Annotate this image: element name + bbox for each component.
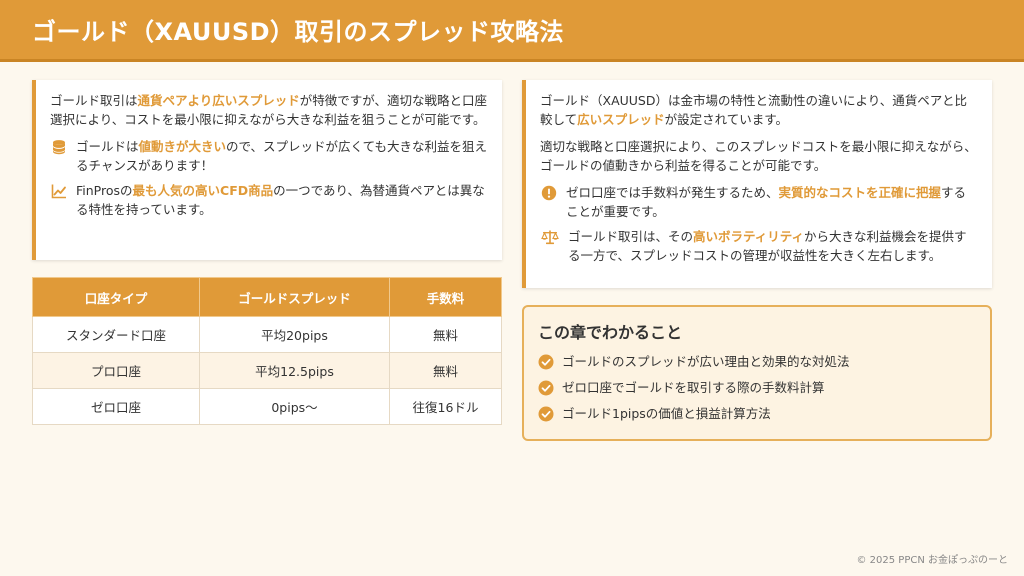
- table-header-cell: 手数料: [389, 277, 502, 317]
- list-item: ゴールド1pipsの価値と損益計算方法: [538, 405, 976, 423]
- list-item: ゼロ口座でゴールドを取引する際の手数料計算: [538, 379, 976, 397]
- spread-table: 口座タイプ ゴールドスプレッド 手数料 スタンダード口座 平均20pips 無料…: [32, 277, 502, 425]
- footer-copyright: © 2025 PPCN お金ぽっぷのーと: [856, 555, 1008, 566]
- summary-item-text: ゴールド1pipsの価値と損益計算方法: [562, 406, 771, 421]
- table-cell: 平均12.5pips: [199, 352, 390, 389]
- highlight-text: 値動きが大きい: [138, 139, 227, 154]
- table-cell: プロ口座: [32, 352, 200, 389]
- check-circle-icon: [538, 380, 554, 396]
- left-bullet-1-text: ゴールドは値動きが大きいので、スプレッドが広くても大きな利益を狙えるチャンスがあ…: [76, 137, 488, 175]
- text-segment: ゴールドは: [76, 139, 139, 154]
- table-cell: 無料: [389, 316, 502, 353]
- table-row: スタンダード口座 平均20pips 無料: [32, 316, 502, 353]
- summary-title: この章でわかること: [538, 323, 683, 342]
- table-cell: ゼロ口座: [32, 388, 200, 425]
- left-info-card: ゴールド取引は通貨ペアより広いスプレッドが特徴ですが、適切な戦略と口座選択により…: [32, 80, 502, 260]
- page-title: ゴールド（XAUUSD）取引のスプレッド攻略法: [32, 18, 565, 46]
- check-circle-icon: [538, 406, 554, 422]
- text-segment: ゼロ口座では手数料が発生するため、: [566, 185, 779, 200]
- table-cell: 0pips〜: [199, 388, 390, 425]
- highlight-text: 最も人気の高いCFD商品: [132, 183, 274, 198]
- right-info-card: ゴールド（XAUUSD）は金市場の特性と流動性の違いにより、通貨ペアと比較して広…: [522, 80, 992, 288]
- page-header: ゴールド（XAUUSD）取引のスプレッド攻略法: [0, 0, 1024, 62]
- table-cell: 平均20pips: [199, 316, 390, 353]
- table-row: プロ口座 平均12.5pips 無料: [32, 352, 502, 389]
- right-para-1: ゴールド（XAUUSD）は金市場の特性と流動性の違いにより、通貨ペアと比較して広…: [540, 91, 978, 129]
- right-bullet-2-text: ゴールド取引は、その高いボラティリティから大きな利益機会を提供する一方で、スプレ…: [568, 227, 978, 265]
- left-bullet-2-text: FinProsの最も人気の高いCFD商品の一つであり、為替通貨ペアとは異なる特性…: [76, 181, 488, 219]
- left-intro-text: ゴールド取引は通貨ペアより広いスプレッドが特徴ですが、適切な戦略と口座選択により…: [50, 91, 488, 129]
- coins-icon: [50, 138, 68, 156]
- highlight-text: 通貨ペアより広いスプレッド: [137, 93, 300, 108]
- summary-item-text: ゼロ口座でゴールドを取引する際の手数料計算: [562, 380, 825, 395]
- list-item: ゴールドのスプレッドが広い理由と効果的な対処法: [538, 353, 976, 371]
- left-bullet-2: FinProsの最も人気の高いCFD商品の一つであり、為替通貨ペアとは異なる特性…: [50, 181, 488, 219]
- right-bullet-2: ゴールド取引は、その高いボラティリティから大きな利益機会を提供する一方で、スプレ…: [540, 227, 978, 265]
- right-bullet-1-text: ゼロ口座では手数料が発生するため、実質的なコストを正確に把握することが重要です。: [566, 183, 978, 221]
- text-segment: が設定されています。: [664, 112, 789, 127]
- table-header-cell: ゴールドスプレッド: [199, 277, 390, 317]
- table-cell: 往復16ドル: [389, 388, 502, 425]
- text-segment: FinProsの: [76, 183, 133, 198]
- highlight-text: 実質的なコストを正確に把握: [778, 185, 942, 200]
- highlight-text: 高いボラティリティ: [693, 229, 805, 244]
- table-header-cell: 口座タイプ: [32, 277, 200, 317]
- exclamation-icon: [540, 184, 558, 202]
- right-bullet-1: ゼロ口座では手数料が発生するため、実質的なコストを正確に把握することが重要です。: [540, 183, 978, 221]
- table-cell: スタンダード口座: [32, 316, 200, 353]
- left-bullet-1: ゴールドは値動きが大きいので、スプレッドが広くても大きな利益を狙えるチャンスがあ…: [50, 137, 488, 175]
- text-segment: ゴールド取引は: [50, 93, 138, 108]
- highlight-text: 広いスプレッド: [577, 112, 665, 127]
- text-segment: ゴールド取引は、その: [568, 229, 694, 244]
- summary-item-text: ゴールドのスプレッドが広い理由と効果的な対処法: [562, 354, 850, 369]
- right-para-2: 適切な戦略と口座選択により、このスプレッドコストを最小限に抑えながら、ゴールドの…: [540, 139, 977, 173]
- chart-line-icon: [50, 182, 68, 200]
- table-header-row: 口座タイプ ゴールドスプレッド 手数料: [32, 277, 502, 317]
- table-row: ゼロ口座 0pips〜 往復16ドル: [32, 388, 502, 425]
- table-cell: 無料: [389, 352, 502, 389]
- scale-icon: [540, 228, 560, 246]
- check-circle-icon: [538, 354, 554, 370]
- chapter-summary-box: この章でわかること ゴールドのスプレッドが広い理由と効果的な対処法 ゼロ口座でゴ…: [522, 305, 992, 441]
